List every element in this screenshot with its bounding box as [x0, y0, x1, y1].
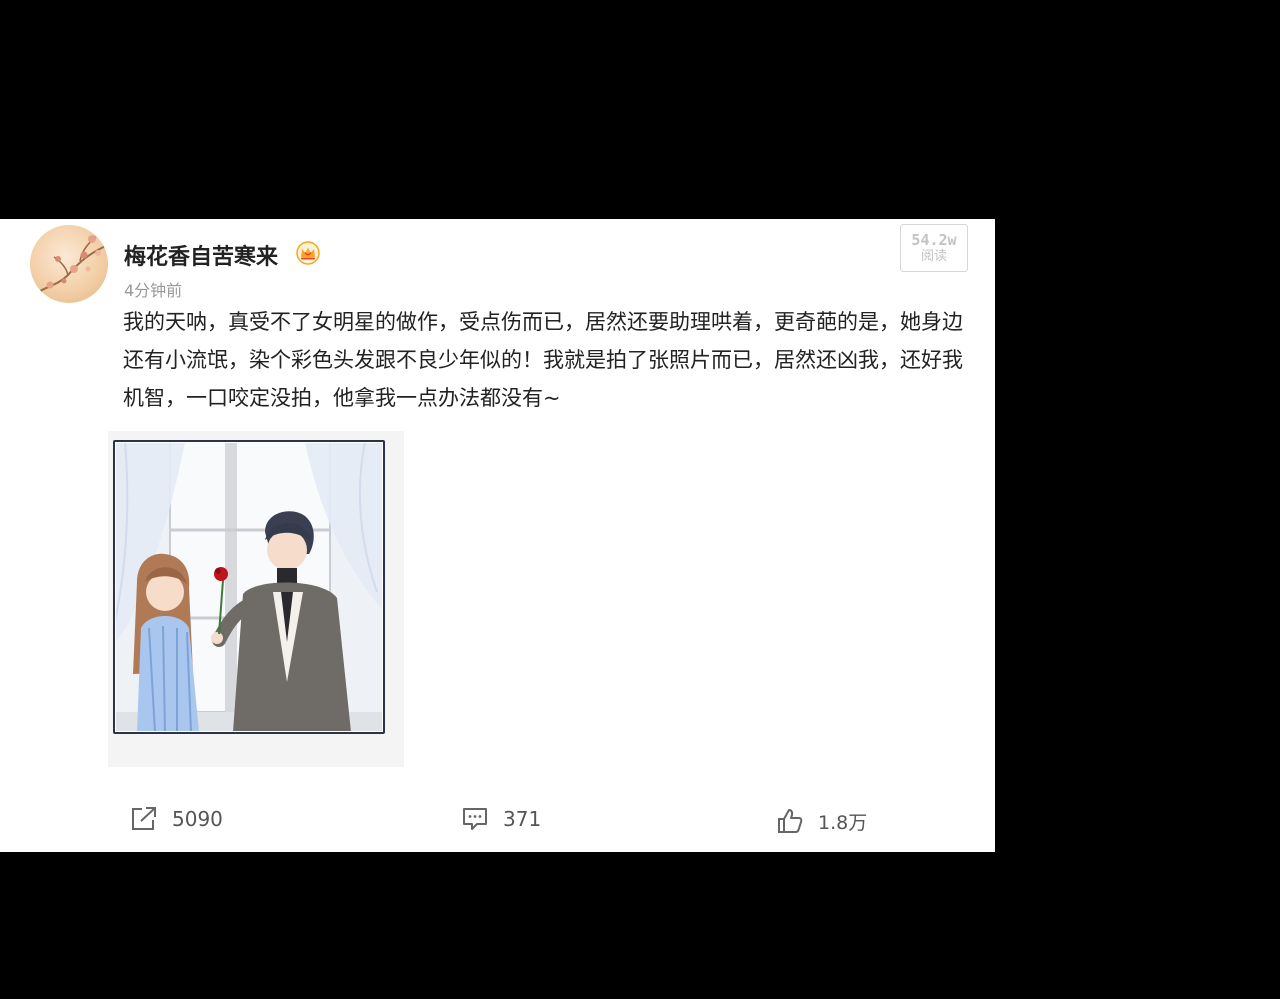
- thumbs-up-icon: [778, 809, 803, 833]
- read-label: 阅读: [920, 249, 947, 264]
- comment-button[interactable]: 371: [461, 799, 541, 839]
- user-avatar[interactable]: [30, 225, 108, 303]
- illustration-couple-with-rose: [115, 442, 383, 732]
- weibo-post-card: 梅花香自苦寒来 4分钟前 54.2w 阅读 我的天呐，真受不了女明星的做作，受点…: [0, 219, 995, 852]
- post-content: 我的天呐，真受不了女明星的做作，受点伤而已，居然还要助理哄着，更奇葩的是，她身边…: [123, 310, 963, 410]
- like-button[interactable]: 1.8万: [776, 801, 867, 841]
- username[interactable]: 梅花香自苦寒来: [124, 239, 278, 271]
- action-bar: 5090 371 1.8万: [0, 799, 995, 839]
- plum-blossom-icon: [39, 235, 108, 292]
- share-icon: [132, 807, 156, 830]
- read-count: 54.2w: [911, 231, 957, 249]
- share-count: 5090: [172, 807, 223, 831]
- like-count: 1.8万: [818, 811, 868, 834]
- comment-icon: [463, 808, 487, 830]
- post-image[interactable]: [113, 440, 385, 734]
- comment-count: 371: [503, 807, 542, 831]
- post-image-container[interactable]: [108, 431, 404, 767]
- share-button[interactable]: 5090: [130, 799, 223, 839]
- crown-icon: [296, 241, 320, 265]
- read-count-badge: 54.2w 阅读: [900, 224, 968, 272]
- post-timestamp: 4分钟前: [124, 281, 183, 300]
